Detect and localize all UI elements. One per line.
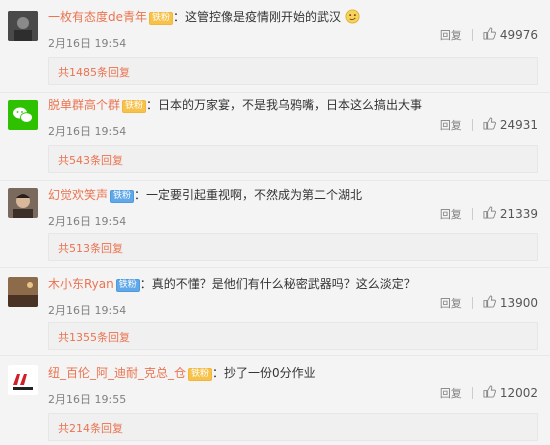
username[interactable]: 脱单群高个群 xyxy=(48,98,120,112)
like-count: 24931 xyxy=(499,118,538,132)
avatar[interactable] xyxy=(8,365,38,395)
thumbs-up-icon[interactable] xyxy=(483,27,496,43)
comment-date: 2月16日 19:54 xyxy=(48,125,127,138)
thumbs-up-icon[interactable] xyxy=(483,295,496,311)
view-replies-button[interactable]: 共1355条回复 xyxy=(48,322,538,350)
comment-text: 一定要引起重视啊，不然成为第二个湖北 xyxy=(146,188,363,202)
fan-badge: 铁粉 xyxy=(122,100,147,113)
fan-badge: 铁粉 xyxy=(115,279,140,292)
view-replies-button[interactable]: 共214条回复 xyxy=(48,413,538,441)
like-count: 12002 xyxy=(499,386,538,400)
reply-button[interactable]: 回复 xyxy=(440,385,462,401)
username[interactable]: 幻觉欢笑声 xyxy=(48,188,108,202)
avatar[interactable] xyxy=(8,11,38,41)
view-replies-button[interactable]: 共1485条回复 xyxy=(48,57,538,85)
comment-list: 一枚有态度de青年 铁粉 ：这管控像是疫情刚开始的武汉 2月16日 19:54 回复… xyxy=(0,0,550,445)
comment-text: 真的不懂？是他们有什么秘密武器吗？这么淡定？ xyxy=(151,277,416,291)
comment-item: 纽_百伦_阿_迪耐_克总_仓 铁粉 ：抄了一份0分作业 2月16日 19:55 回复… xyxy=(0,353,550,445)
comment-date: 2月16日 19:54 xyxy=(48,304,127,317)
thumbs-up-icon[interactable] xyxy=(483,117,496,133)
comment-date: 2月16日 19:55 xyxy=(48,393,127,406)
comment-item: 幻觉欢笑声 铁粉 ：一定要引起重视啊，不然成为第二个湖北 2月16日 19:54 回… xyxy=(0,176,550,268)
username[interactable]: 木小东Ryan xyxy=(48,277,114,291)
reply-button[interactable]: 回复 xyxy=(440,295,462,311)
avatar[interactable] xyxy=(8,277,38,307)
fan-badge: 铁粉 xyxy=(110,190,135,203)
comment-date: 2月16日 19:54 xyxy=(48,215,127,228)
like-count: 13900 xyxy=(499,296,538,310)
comment-text: 日本的万家宴，不是我乌鸦嘴，日本这么搞出大事 xyxy=(158,98,423,112)
fan-badge: 铁粉 xyxy=(188,368,213,381)
username[interactable]: 纽_百伦_阿_迪耐_克总_仓 xyxy=(48,366,186,380)
view-replies-button[interactable]: 共513条回复 xyxy=(48,233,538,261)
like-count: 21339 xyxy=(499,207,538,221)
comment-item: 木小东Ryan 铁粉 ：真的不懂？是他们有什么秘密武器吗？这么淡定？ 2月16日 1… xyxy=(0,265,550,356)
comment-item: 脱单群高个群 铁粉 ：日本的万家宴，不是我乌鸦嘴，日本这么搞出大事 2月16日 19… xyxy=(0,88,550,181)
reply-button[interactable]: 回复 xyxy=(440,206,462,222)
thumbs-up-icon[interactable] xyxy=(483,206,496,222)
comment-date: 2月16日 19:54 xyxy=(48,37,127,50)
avatar[interactable] xyxy=(8,100,38,130)
reply-button[interactable]: 回复 xyxy=(440,117,462,133)
view-replies-button[interactable]: 共543条回复 xyxy=(48,145,538,173)
comment-text: 这管控像是疫情刚开始的武汉 xyxy=(185,10,342,24)
smirk-emoji-icon xyxy=(345,9,360,28)
comment-item: 一枚有态度de青年 铁粉 ：这管控像是疫情刚开始的武汉 2月16日 19:54 回复… xyxy=(0,0,550,93)
reply-button[interactable]: 回复 xyxy=(440,27,462,43)
comment-text: 抄了一份0分作业 xyxy=(224,366,316,380)
like-count: 49976 xyxy=(499,28,538,42)
avatar[interactable] xyxy=(8,188,38,218)
thumbs-up-icon[interactable] xyxy=(483,385,496,401)
username[interactable]: 一枚有态度de青年 xyxy=(48,10,147,24)
fan-badge: 铁粉 xyxy=(149,12,174,25)
